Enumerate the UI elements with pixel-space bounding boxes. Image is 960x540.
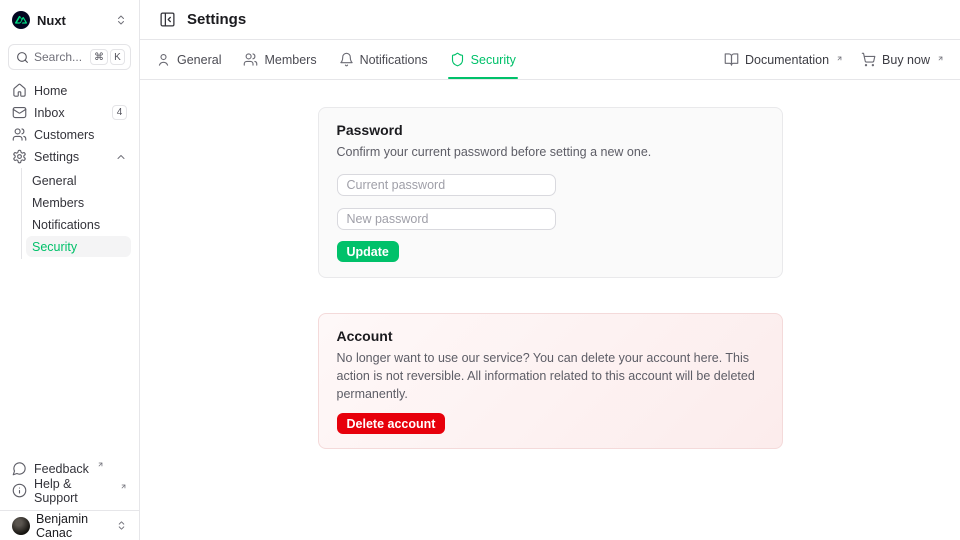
tab-members[interactable]: Members (243, 40, 316, 79)
user-menu[interactable]: Benjamin Canac (0, 510, 139, 540)
settings-security-content: Password Confirm your current password b… (140, 80, 960, 540)
sidebar-item-settings[interactable]: Settings (8, 146, 131, 167)
external-link-icon (937, 55, 944, 62)
external-link-icon (120, 483, 127, 490)
help-support-link[interactable]: Help & Support (8, 480, 131, 501)
info-icon (12, 483, 27, 498)
tab-security[interactable]: Security (450, 40, 516, 79)
users-icon (12, 127, 27, 142)
sidebar-item-notifications[interactable]: Notifications (26, 214, 131, 235)
inbox-count-badge: 4 (112, 105, 127, 120)
tab-label: General (177, 53, 221, 67)
buy-now-link[interactable]: Buy now (861, 52, 944, 67)
sidebar-item-inbox[interactable]: Inbox 4 (8, 102, 131, 123)
avatar (12, 517, 30, 535)
chevron-up-down-icon (116, 520, 127, 531)
current-password-field[interactable] (337, 174, 556, 196)
password-card-title: Password (337, 122, 764, 139)
password-card: Password Confirm your current password b… (318, 107, 783, 278)
sidebar-item-security[interactable]: Security (26, 236, 131, 257)
nuxt-logo-icon (12, 11, 30, 29)
password-card-description: Confirm your current password before set… (337, 143, 764, 161)
tabs-bar: General Members Notifications Security (140, 40, 960, 80)
sidebar-item-members[interactable]: Members (26, 192, 131, 213)
settings-sub-list: General Members Notifications Security (21, 168, 131, 259)
team-switcher[interactable]: Nuxt (8, 0, 131, 40)
account-card-description: No longer want to use our service? You c… (337, 349, 764, 403)
chevron-up-down-icon (115, 14, 127, 26)
toolbar-links: Documentation Buy now (724, 52, 944, 67)
home-icon (12, 83, 27, 98)
search-placeholder: Search... (34, 50, 82, 64)
message-bubble-icon (12, 461, 27, 476)
team-name: Nuxt (37, 13, 66, 28)
user-icon (156, 52, 171, 67)
cart-icon (861, 52, 876, 67)
main-panel: Settings General Members Notifications (140, 0, 960, 540)
buy-now-label: Buy now (882, 53, 930, 67)
kbd-meta: ⌘ (90, 49, 108, 65)
sidebar-item-label: Home (34, 84, 67, 98)
search-icon (16, 51, 29, 64)
sidebar-item-label: Customers (34, 128, 94, 142)
tab-notifications[interactable]: Notifications (339, 40, 428, 79)
panel-left-close-icon (159, 11, 176, 28)
sidebar-nav: Home Inbox 4 Customers Settings Ge (0, 70, 139, 458)
sidebar-item-label: Settings (34, 150, 79, 164)
kbd-k: K (110, 49, 125, 65)
documentation-link[interactable]: Documentation (724, 52, 843, 67)
collapse-sidebar-button[interactable] (156, 9, 178, 31)
settings-tabs: General Members Notifications Security (156, 40, 516, 79)
feedback-label: Feedback (34, 462, 89, 476)
account-card-title: Account (337, 328, 764, 345)
tab-label: Notifications (360, 53, 428, 67)
sidebar-item-label: Inbox (34, 106, 65, 120)
external-link-icon (97, 461, 104, 468)
book-open-icon (724, 52, 739, 67)
tab-label: Members (264, 53, 316, 67)
external-link-icon (836, 55, 843, 62)
account-card: Account No longer want to use our servic… (318, 313, 783, 449)
users-icon (243, 52, 258, 67)
sidebar-item-home[interactable]: Home (8, 80, 131, 101)
page-title: Settings (187, 11, 246, 28)
tab-general[interactable]: General (156, 40, 221, 79)
sidebar: Nuxt Search... ⌘ K Home (0, 0, 140, 540)
inbox-icon (12, 105, 27, 120)
page-header: Settings (140, 0, 960, 40)
documentation-label: Documentation (745, 53, 829, 67)
help-support-label: Help & Support (34, 477, 112, 505)
chevron-up-icon (115, 151, 127, 163)
search-input[interactable]: Search... ⌘ K (8, 44, 131, 70)
sidebar-item-general[interactable]: General (26, 170, 131, 191)
gear-icon (12, 149, 27, 164)
delete-account-button[interactable]: Delete account (337, 413, 446, 434)
search-shortcut: ⌘ K (90, 49, 125, 65)
sidebar-item-customers[interactable]: Customers (8, 124, 131, 145)
bell-icon (339, 52, 354, 67)
update-password-button[interactable]: Update (337, 241, 399, 262)
user-name: Benjamin Canac (36, 512, 110, 540)
sidebar-footer: Feedback Help & Support (0, 458, 139, 510)
tab-label: Security (471, 53, 516, 67)
shield-icon (450, 52, 465, 67)
new-password-field[interactable] (337, 208, 556, 230)
